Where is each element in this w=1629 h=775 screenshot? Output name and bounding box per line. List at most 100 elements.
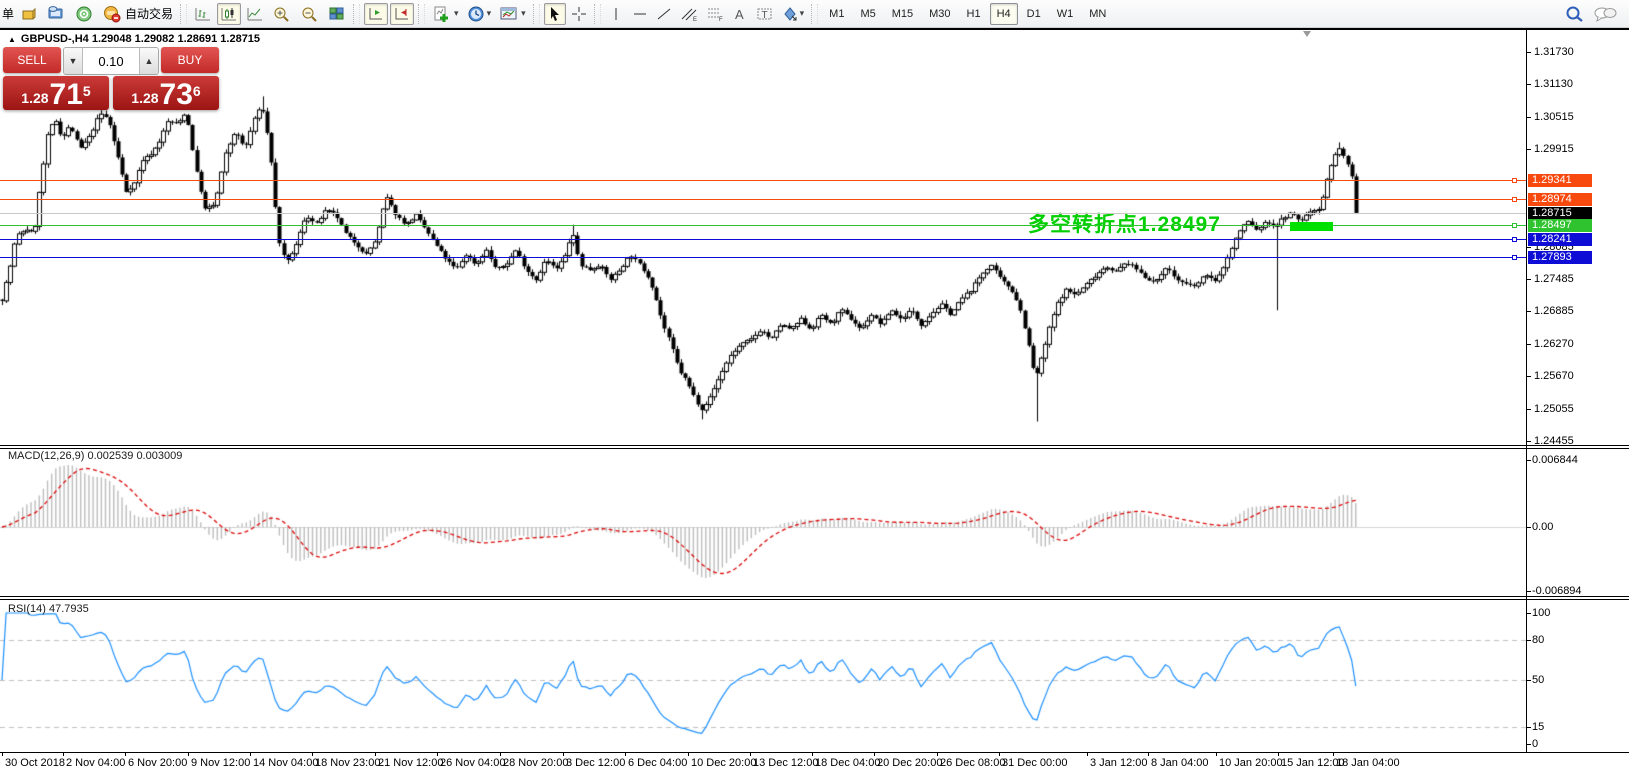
macd-axis-tick — [1527, 527, 1531, 528]
horizontal-line-icon[interactable] — [629, 3, 651, 25]
volume-down-button[interactable]: ▼ — [64, 48, 82, 74]
tab-timeframe-w1[interactable]: W1 — [1050, 3, 1081, 25]
indicators-button[interactable]: ▾ — [429, 3, 462, 25]
chevron-down-icon: ▾ — [454, 8, 459, 19]
price-line-label: 1.28974 — [1528, 193, 1592, 206]
buy-button[interactable]: BUY — [161, 47, 219, 73]
vertical-line-icon[interactable] — [605, 3, 627, 25]
time-axis-tick — [63, 752, 64, 756]
shift-marker-icon[interactable] — [1303, 31, 1311, 37]
tile-windows-icon[interactable] — [325, 3, 349, 25]
data-window-icon[interactable] — [43, 3, 69, 25]
rsi-axis-tick — [1527, 640, 1531, 641]
tab-timeframe-h1[interactable]: H1 — [960, 3, 988, 25]
autotrade-button[interactable]: 自动交易 — [99, 3, 176, 25]
text-icon[interactable]: A — [729, 3, 751, 25]
tab-timeframe-h4[interactable]: H4 — [990, 3, 1018, 25]
timeframe-group: M1M5M15M30H1H4D1W1MN — [821, 3, 1114, 25]
crosshair-icon[interactable] — [568, 3, 590, 25]
time-axis-tick — [437, 752, 438, 756]
time-axis-tick — [375, 752, 376, 756]
fibonacci-icon[interactable]: F — [703, 3, 727, 25]
symbol-title: GBPUSD-,H4 — [21, 33, 89, 45]
tab-timeframe-m5[interactable]: M5 — [853, 3, 882, 25]
price-axis-tick-label: 1.24455 — [1534, 435, 1574, 447]
time-axis-label: 2 Nov 04:00 — [66, 757, 125, 769]
time-axis-tick — [188, 752, 189, 756]
tab-timeframe-m15[interactable]: M15 — [885, 3, 920, 25]
main-chart-canvas[interactable] — [0, 30, 1526, 445]
chart-shift-icon[interactable] — [390, 3, 414, 25]
mql-community-icon[interactable] — [71, 3, 97, 25]
macd-value-signal: 0.003009 — [136, 450, 182, 462]
time-axis-label: 14 Nov 04:00 — [253, 757, 318, 769]
price-axis-tick-label: 1.25055 — [1534, 403, 1574, 415]
cursor-icon[interactable] — [544, 3, 566, 25]
tab-timeframe-mn[interactable]: MN — [1082, 3, 1113, 25]
candlestick-chart-icon[interactable] — [217, 3, 241, 25]
price-line-label: 1.28241 — [1528, 233, 1592, 246]
chat-icon[interactable] — [1590, 3, 1620, 25]
channel-icon[interactable]: E — [677, 3, 701, 25]
hline-handle[interactable] — [1512, 197, 1517, 202]
sell-price-display[interactable]: 1.28715 — [3, 76, 109, 110]
tab-timeframe-d1[interactable]: D1 — [1020, 3, 1048, 25]
zoom-in-icon[interactable] — [269, 3, 295, 25]
autotrade-label: 自动交易 — [125, 5, 173, 22]
zoom-out-icon[interactable] — [297, 3, 323, 25]
macd-canvas[interactable] — [0, 449, 1526, 596]
hline-handle[interactable] — [1512, 178, 1517, 183]
rsi-canvas[interactable] — [0, 600, 1526, 752]
time-axis-label: 10 Jan 20:00 — [1219, 757, 1283, 769]
hline-handle[interactable] — [1512, 237, 1517, 242]
line-chart-icon[interactable] — [243, 3, 267, 25]
bar-chart-icon[interactable] — [191, 3, 215, 25]
time-axis-label: 6 Nov 20:00 — [128, 757, 187, 769]
price-hline[interactable] — [0, 180, 1526, 181]
rsi-axis-label: 15 — [1532, 721, 1544, 733]
price-hline[interactable] — [0, 257, 1526, 258]
auto-scroll-icon[interactable] — [364, 3, 388, 25]
volume-field[interactable]: 0.10 — [82, 48, 140, 74]
time-axis-label: 26 Nov 04:00 — [440, 757, 505, 769]
price-hline[interactable] — [0, 199, 1526, 200]
new-order-button[interactable]: 单 — [1, 3, 15, 25]
shapes-button[interactable]: ▾ — [779, 3, 808, 25]
chevron-down-icon: ▾ — [800, 8, 805, 19]
collapse-panel-icon[interactable]: ▲ — [8, 35, 16, 44]
trendline-icon[interactable] — [653, 3, 675, 25]
toolbar-grip — [418, 4, 425, 24]
periods-button[interactable]: ▾ — [464, 3, 495, 25]
rsi-axis-label: 80 — [1532, 634, 1544, 646]
time-axis-label: 9 Nov 12:00 — [191, 757, 250, 769]
svg-text:A: A — [735, 7, 744, 22]
green-trend-segment[interactable] — [1290, 222, 1333, 231]
templates-button[interactable]: ▾ — [496, 3, 529, 25]
tab-timeframe-m30[interactable]: M30 — [922, 3, 957, 25]
buy-price-display[interactable]: 1.28736 — [113, 76, 219, 110]
tab-timeframe-m1[interactable]: M1 — [822, 3, 851, 25]
sell-button[interactable]: SELL — [3, 47, 61, 73]
volume-stepper: ▼ 0.10 ▲ — [63, 47, 159, 75]
price-axis-tick — [1527, 409, 1531, 410]
macd-axis-tick — [1527, 591, 1531, 592]
price-hline[interactable] — [0, 239, 1526, 240]
volume-up-button[interactable]: ▲ — [140, 48, 158, 74]
text-label-icon[interactable]: T — [753, 3, 777, 25]
search-icon[interactable] — [1562, 3, 1588, 25]
market-watch-icon[interactable] — [17, 3, 41, 25]
price-axis-tick — [1527, 84, 1531, 85]
time-axis-label: 30 Oct 2018 — [5, 757, 65, 769]
svg-text:E: E — [693, 17, 697, 22]
hline-handle[interactable] — [1512, 223, 1517, 228]
price-axis-tick — [1527, 149, 1531, 150]
time-axis-tick — [688, 752, 689, 756]
time-axis-tick — [874, 752, 875, 756]
price-hline[interactable] — [0, 213, 1526, 214]
price-axis-tick-label: 1.26270 — [1534, 338, 1574, 350]
macd-value-main: 0.002539 — [87, 450, 133, 462]
hline-handle[interactable] — [1512, 255, 1517, 260]
toolbar: 单 自动交易 — [0, 0, 1629, 28]
mt4-window: 单 自动交易 — [0, 0, 1629, 775]
time-axis-tick — [1148, 752, 1149, 756]
